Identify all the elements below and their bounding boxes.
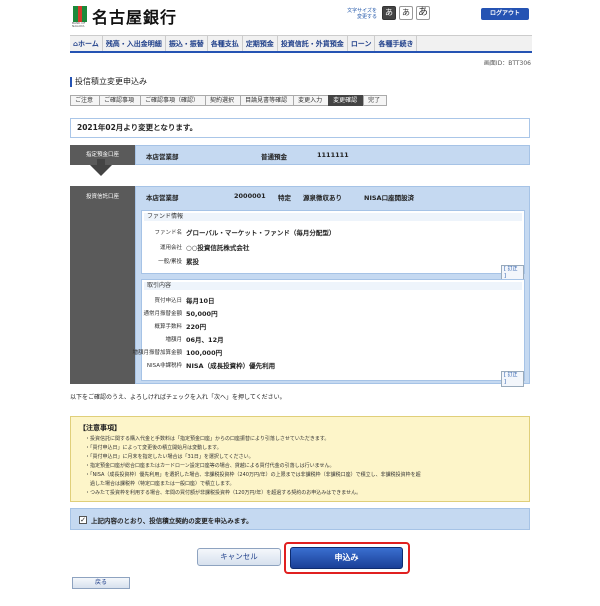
designated-number: 1111111 [317, 151, 349, 159]
caution-line: 過した場合は課税枠（特定口座または一般口座）で積立します。 [85, 481, 235, 487]
fund-info-box: ファンド情報 ファンド名 グローバル・マーケット・ファンド（毎月分配型） 運用会… [141, 210, 525, 281]
trade-value: 毎月10日 [186, 297, 215, 305]
step-item: 目論見書等確認 [240, 95, 295, 106]
trade-key: 増額月振替加算金額 [132, 350, 182, 356]
page-title: 投信積立変更申込み [70, 77, 147, 87]
trade-key: 増額月 [165, 337, 182, 343]
confirm-instruction: 以下をご確認のうえ、よろしければチェックを入れ「次へ」を押してください。 [70, 394, 286, 401]
investment-nisa: NISA口座開設済 [364, 194, 415, 202]
nav-procedures[interactable]: 各種手続き [375, 36, 418, 51]
fund-info-heading: ファンド情報 [144, 213, 522, 221]
step-indicator: ご注意 ご確認事項 ご確認事項（確認） 契約選択 目論見書等確認 変更入力 変更… [70, 95, 388, 106]
trade-key: NISA非課税枠 [146, 363, 182, 369]
investment-number: 2000001 [234, 192, 266, 200]
fund-name-value: グローバル・マーケット・ファンド（毎月分配型） [186, 229, 336, 237]
caution-line: ・つみたて投資枠を利用する場合、年間の買付額が非課税投資枠（120万円/年）を超… [85, 490, 362, 496]
cancel-button[interactable]: キャンセル [197, 548, 281, 566]
bank-logo-icon [73, 6, 87, 22]
global-nav: ⌂ホーム 残高・入出金明細 振込・振替 各種支払 定期預金 投資信託・外貨預金 … [70, 35, 532, 53]
trade-key: 通常月振替金額 [143, 311, 182, 317]
caution-line: ・「NISA（成長投資枠）優先利用」を選択した場合、非課税投資枠（240万円/年… [85, 472, 421, 478]
fontsize-medium-button[interactable]: あ [399, 6, 413, 20]
caution-box: 【注意事項】 ・投資信託に関する購入代金と手数料は「指定預金口座」からの口座振替… [70, 416, 530, 502]
logout-button[interactable]: ログアウト [481, 8, 529, 20]
trade-info-heading: 取引内容 [144, 282, 522, 290]
bank-name-sub: BANK OF NAGOYA [72, 21, 86, 28]
fontsize-small-button[interactable]: あ [382, 6, 396, 20]
agree-checkbox[interactable]: ✓ [79, 516, 87, 524]
trade-key: 買付申込日 [154, 298, 182, 304]
back-button[interactable]: 戻る [72, 577, 130, 589]
submit-button[interactable]: 申込み [290, 547, 403, 569]
investment-withholding: 源泉徴収あり [303, 194, 342, 202]
caution-title: 【注意事項】 [79, 424, 121, 432]
agree-box: ✓ 上記内容のとおり、投信積立契約の変更を申込みます。 [70, 508, 530, 530]
nav-investment[interactable]: 投資信託・外貨預金 [278, 36, 348, 51]
fund-type-value: 累投 [186, 258, 199, 266]
step-item: ご確認事項 [99, 95, 142, 106]
investment-branch: 本店営業部 [146, 194, 179, 202]
header: 名古屋銀行 BANK OF NAGOYA 文字サイズを変更する あ あ あ ログ… [0, 0, 600, 34]
step-item: ご注意 [70, 95, 101, 106]
trade-value: 06月、12月 [186, 336, 224, 344]
caution-line: ・「買付申込日」によって変更後の積立開始月は変動します。 [85, 445, 222, 451]
step-item-current: 変更確認 [328, 95, 365, 106]
nav-home[interactable]: ⌂ホーム [70, 36, 103, 51]
caution-line: ・投資信託に関する購入代金と手数料は「指定預金口座」からの口座振替により引落しさ… [85, 436, 330, 442]
trade-info-box: 取引内容 買付申込日 毎月10日 通常月振替金額 50,000円 概算手数料 2… [132, 279, 525, 387]
agree-label[interactable]: 上記内容のとおり、投信積立契約の変更を申込みます。 [91, 515, 253, 525]
trade-value: NISA（成長投資枠）優先利用 [186, 362, 276, 370]
nav-transfer[interactable]: 振込・振替 [166, 36, 208, 51]
screen-id: 画面ID：BTT306 [483, 60, 531, 67]
fontsize-large-button[interactable]: あ [416, 6, 430, 20]
caution-line: ・指定預金口座が総合口座またはカードローン設定口座等の場合、貸越による買付代金の… [85, 463, 335, 469]
arrow-down-icon [90, 165, 112, 176]
nav-balance[interactable]: 残高・入出金明細 [103, 36, 166, 51]
designated-account-panel: 本店営業部 普通預金 1111111 [135, 145, 530, 165]
designated-branch: 本店営業部 [146, 153, 179, 161]
designated-type: 普通預金 [261, 153, 287, 161]
fund-type-key: 一般/累投 [158, 259, 182, 265]
caution-line: ・「買付申込日」に月末を指定したい場合は「31日」を選択してください。 [85, 454, 254, 460]
trade-value: 50,000円 [186, 310, 218, 318]
nav-loan[interactable]: ローン [348, 36, 376, 51]
trade-value: 100,000円 [186, 349, 223, 357]
trade-info-correct-link[interactable]: [ 訂正 ] [501, 371, 524, 387]
fund-name-key: ファンド名 [154, 230, 182, 236]
change-notice: 2021年02月より変更となります。 [70, 118, 530, 138]
nav-payment[interactable]: 各種支払 [208, 36, 243, 51]
fund-company-value: ○○投資信託株式会社 [186, 244, 250, 252]
fontsize-label: 文字サイズを変更する [347, 8, 377, 20]
bank-name: 名古屋銀行 [92, 8, 178, 27]
step-item: ご確認事項（確認） [140, 95, 207, 106]
trade-key: 概算手数料 [154, 324, 182, 330]
step-item: 完了 [363, 95, 388, 106]
step-item: 契約選択 [205, 95, 242, 106]
nav-time-deposit[interactable]: 定期預金 [243, 36, 278, 51]
investment-kind: 特定 [278, 194, 291, 202]
trade-value: 220円 [186, 323, 207, 331]
investment-account-panel: 本店営業部 2000001 特定 源泉徴収あり NISA口座開設済 ファンド情報… [132, 186, 530, 387]
step-item: 変更入力 [293, 95, 330, 106]
fund-company-key: 運用会社 [159, 245, 182, 251]
